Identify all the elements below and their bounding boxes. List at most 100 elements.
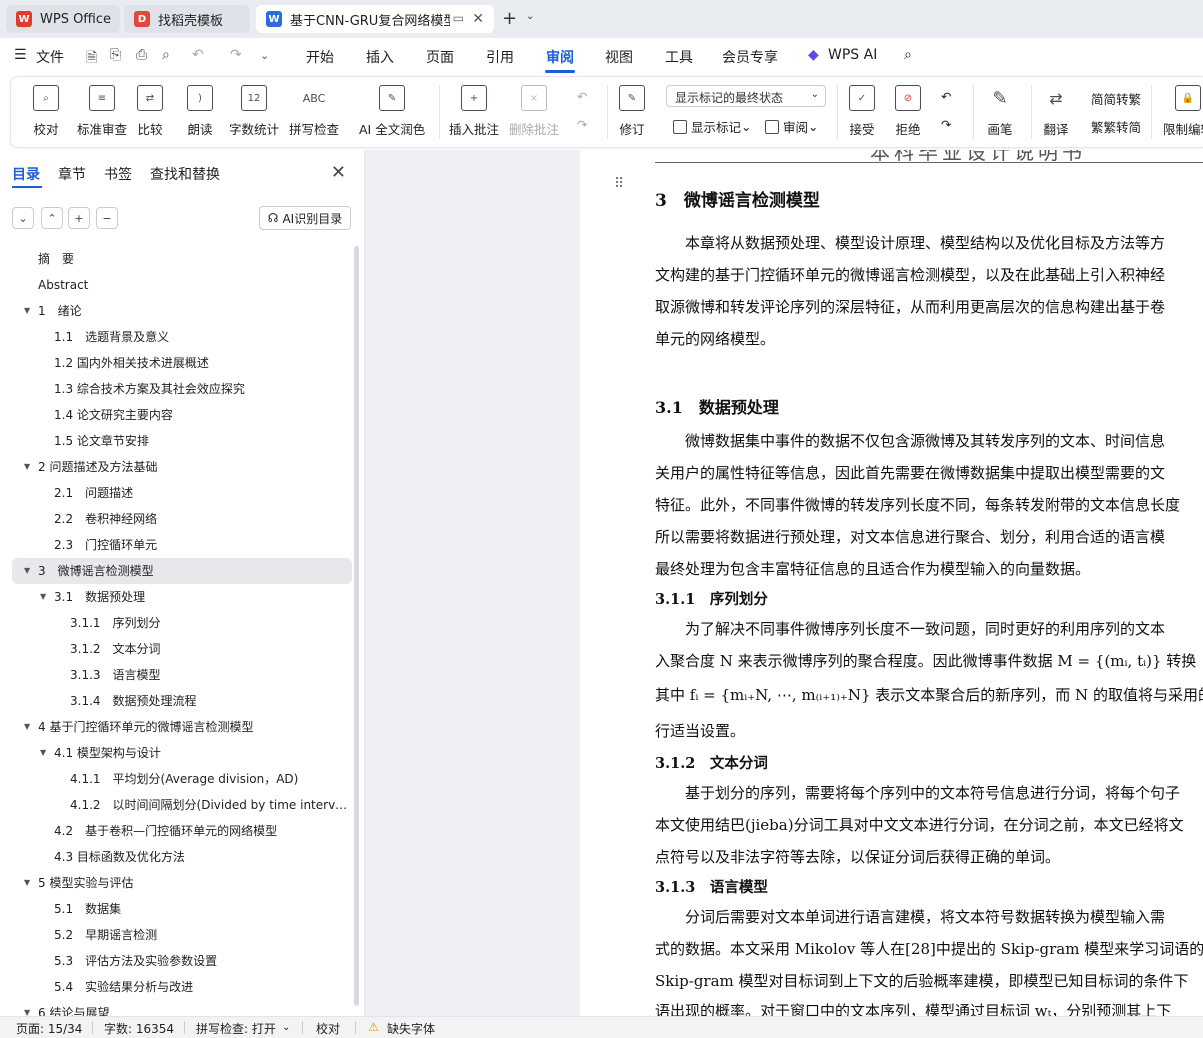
- panel-tab-find-replace[interactable]: 查找和替换: [150, 164, 220, 184]
- undo-icon[interactable]: ↶: [192, 47, 204, 63]
- word-count-button[interactable]: 12 字数统计: [229, 85, 279, 138]
- toc-item[interactable]: 摘 要: [12, 246, 352, 272]
- toc-item[interactable]: 3.1.2 文本分词: [12, 636, 352, 662]
- ai-polish-button[interactable]: ✎ AI 全文润色: [359, 85, 425, 138]
- spell-check-toggle[interactable]: 拼写检查: 打开: [196, 1020, 276, 1037]
- next-change-icon[interactable]: ↷: [941, 117, 951, 132]
- toc-item[interactable]: 5.3 评估方法及实验参数设置: [12, 948, 352, 974]
- expand-arrow-icon[interactable]: ▼: [40, 584, 46, 610]
- chevron-up-icon[interactable]: ⌃: [41, 207, 63, 229]
- toc-item[interactable]: 2.1 问题描述: [12, 480, 352, 506]
- read-aloud-button[interactable]: ) 朗读: [187, 85, 213, 138]
- search-icon[interactable]: ⌕: [904, 47, 912, 63]
- menu-wps-ai[interactable]: WPS AI: [828, 47, 877, 63]
- traditional-to-simplified-button[interactable]: 繁繁转简: [1091, 117, 1141, 136]
- toc-item[interactable]: ▼ 3.1 数据预处理: [12, 584, 352, 610]
- toc-item[interactable]: 1.3 综合技术方案及其社会效应探究: [12, 376, 352, 402]
- close-tab-icon[interactable]: ✕: [472, 11, 484, 27]
- monitor-icon[interactable]: ▭: [453, 11, 464, 25]
- menu-reference[interactable]: 引用: [486, 47, 514, 67]
- prev-comment-icon[interactable]: ↶: [577, 89, 587, 104]
- toc-item[interactable]: Abstract: [12, 272, 352, 298]
- menu-page[interactable]: 页面: [426, 47, 454, 67]
- toc-item[interactable]: 2.2 卷积神经网络: [12, 506, 352, 532]
- panel-tab-toc[interactable]: 目录: [12, 164, 40, 184]
- next-comment-icon[interactable]: ↷: [577, 117, 587, 132]
- toc-item[interactable]: 5.4 实验结果分析与改进: [12, 974, 352, 1000]
- expand-arrow-icon[interactable]: ▼: [40, 740, 46, 766]
- toc-item[interactable]: 4.3 目标函数及优化方法: [12, 844, 352, 870]
- menu-insert[interactable]: 插入: [366, 47, 394, 67]
- tab-wps-office[interactable]: W WPS Office: [6, 5, 120, 33]
- save-icon[interactable]: 🗎: [86, 47, 97, 71]
- compare-button[interactable]: ⇄ 比较: [137, 85, 163, 138]
- track-changes-button[interactable]: ✎ 修订: [619, 85, 645, 138]
- add-tab-icon[interactable]: +: [502, 8, 517, 29]
- pen-button[interactable]: ✎ 画笔: [987, 85, 1013, 138]
- redo-icon[interactable]: ↷: [230, 47, 242, 63]
- spell-check-button[interactable]: ABC 拼写检查: [289, 85, 339, 138]
- document-page[interactable]: 本科毕业设计说明书 ⠿ 3 微博谣言检测模型 本章将从数据预处理、模型设计原理、…: [580, 150, 1203, 1016]
- accept-button[interactable]: ✓ 接受: [849, 85, 875, 138]
- markup-display-select[interactable]: 显示标记的最终状态 ⌄: [666, 85, 826, 107]
- word-count-indicator[interactable]: 字数: 16354: [104, 1020, 174, 1037]
- toc-item[interactable]: 3.1.3 语言模型: [12, 662, 352, 688]
- expand-arrow-icon[interactable]: ▼: [24, 558, 30, 584]
- menu-tools[interactable]: 工具: [665, 47, 693, 67]
- toc-item[interactable]: 4.1.2 以时间间隔划分(Divided by time interv…: [12, 792, 352, 818]
- panel-tab-bookmarks[interactable]: 书签: [104, 164, 132, 184]
- standard-review-button[interactable]: ≡ 标准审查: [77, 85, 127, 138]
- print-preview-icon[interactable]: ⌕: [162, 47, 170, 63]
- print-icon[interactable]: ⎙: [136, 47, 147, 63]
- panel-tab-chapters[interactable]: 章节: [58, 164, 86, 184]
- translate-button[interactable]: ⇄ 翻译: [1043, 85, 1069, 138]
- toc-item[interactable]: 5.2 早期谣言检测: [12, 922, 352, 948]
- review-pane-dropdown[interactable]: 审阅 ⌄: [765, 117, 819, 136]
- ai-recognize-toc-button[interactable]: ☊ AI识别目录: [259, 206, 351, 230]
- simplified-to-traditional-button[interactable]: 简简转繁: [1091, 89, 1141, 108]
- toc-item[interactable]: 1.1 选题背景及意义: [12, 324, 352, 350]
- proofread-button[interactable]: ⌕ 校对: [33, 85, 59, 138]
- minus-icon[interactable]: −: [96, 207, 118, 229]
- restrict-editing-button[interactable]: 🔒 限制编辑: [1163, 85, 1203, 138]
- missing-font-status[interactable]: 缺失字体: [387, 1020, 435, 1037]
- toc-item[interactable]: ▼ 2 问题描述及方法基础: [12, 454, 352, 480]
- reject-button[interactable]: ⊘ 拒绝: [895, 85, 921, 138]
- prev-change-icon[interactable]: ↶: [941, 89, 951, 104]
- chevron-down-icon[interactable]: ⌄: [526, 11, 534, 22]
- expand-arrow-icon[interactable]: ▼: [24, 714, 30, 740]
- delete-comment-button[interactable]: × 删除批注: [509, 85, 559, 138]
- tab-document[interactable]: W 基于CNN-GRU复合网络模型 ▭ ✕: [256, 5, 494, 33]
- plus-icon[interactable]: +: [68, 207, 90, 229]
- hamburger-icon[interactable]: ☰: [14, 47, 27, 63]
- menu-start[interactable]: 开始: [306, 47, 334, 67]
- toc-item[interactable]: 1.5 论文章节安排: [12, 428, 352, 454]
- expand-arrow-icon[interactable]: ▼: [24, 298, 30, 324]
- toc-item[interactable]: 1.2 国内外相关技术进展概述: [12, 350, 352, 376]
- toc-item[interactable]: 4.1.1 平均划分(Average division，AD): [12, 766, 352, 792]
- toc-item[interactable]: ▼ 1 绪论: [12, 298, 352, 324]
- toc-scrollbar[interactable]: [354, 246, 359, 1006]
- toc-item[interactable]: 4.2 基于卷积—门控循环单元的网络模型: [12, 818, 352, 844]
- proofread-status[interactable]: 校对: [316, 1020, 340, 1037]
- menu-view[interactable]: 视图: [605, 47, 633, 67]
- expand-arrow-icon[interactable]: ▼: [24, 870, 30, 896]
- toc-item[interactable]: 3.1.1 序列划分: [12, 610, 352, 636]
- export-icon[interactable]: ⎘: [110, 47, 121, 63]
- toc-item[interactable]: ▼ 4.1 模型架构与设计: [12, 740, 352, 766]
- insert-comment-button[interactable]: + 插入批注: [449, 85, 499, 138]
- toc-item[interactable]: ▼ 5 模型实验与评估: [12, 870, 352, 896]
- toc-item[interactable]: 5.1 数据集: [12, 896, 352, 922]
- quick-access-chevron-icon[interactable]: ⌄: [260, 49, 269, 62]
- close-icon[interactable]: ✕: [331, 162, 346, 183]
- expand-arrow-icon[interactable]: ▼: [24, 454, 30, 480]
- toc-item[interactable]: 1.4 论文研究主要内容: [12, 402, 352, 428]
- toc-item[interactable]: 3.1.4 数据预处理流程: [12, 688, 352, 714]
- menu-review[interactable]: 审阅: [546, 47, 574, 67]
- chevron-down-icon[interactable]: ⌄: [282, 1022, 290, 1033]
- toc-item[interactable]: ▼ 3 微博谣言检测模型: [12, 558, 352, 584]
- tab-docer-templates[interactable]: D 找稻壳模板: [124, 5, 250, 33]
- drag-handle-icon[interactable]: ⠿: [614, 176, 624, 192]
- show-markup-dropdown[interactable]: 显示标记 ⌄: [673, 117, 752, 136]
- toc-item[interactable]: ▼ 4 基于门控循环单元的微博谣言检测模型: [12, 714, 352, 740]
